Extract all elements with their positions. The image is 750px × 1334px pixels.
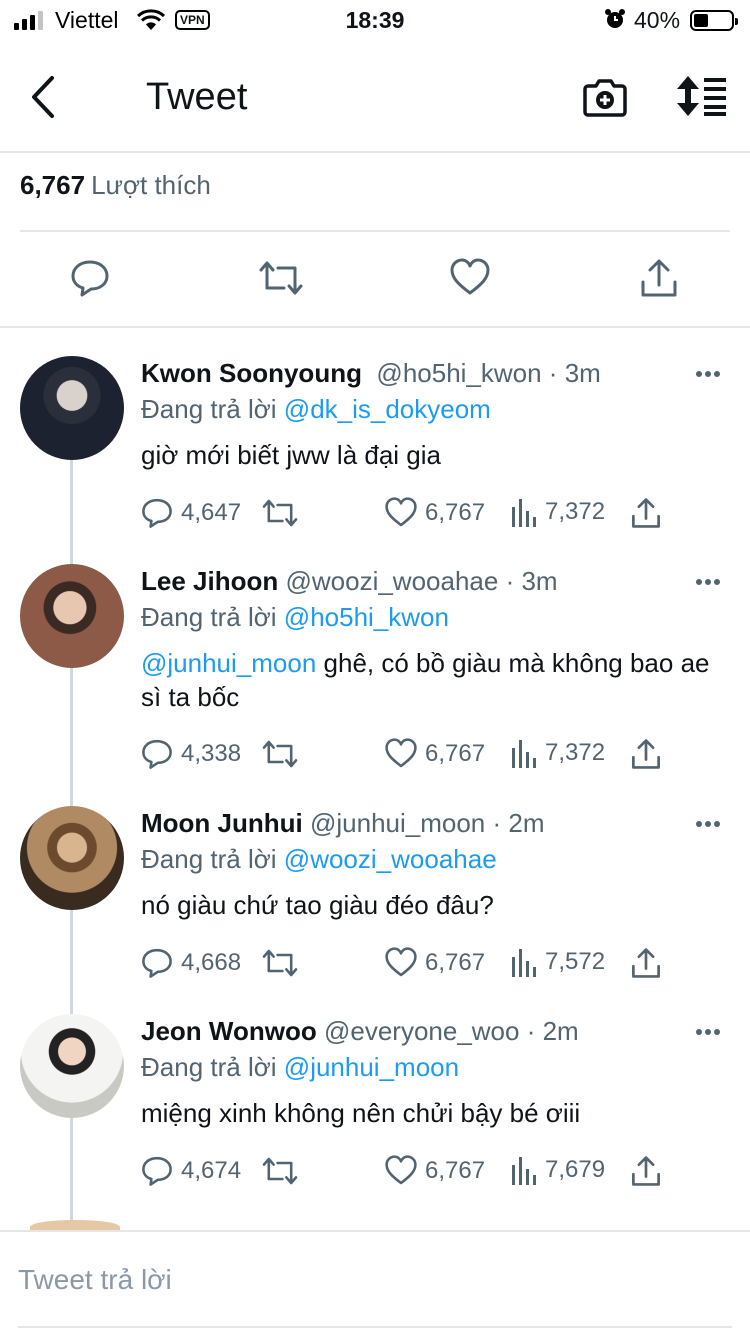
tweet-body: nó giàu chứ tao giàu đéo đâu? (141, 890, 494, 920)
reply-icon[interactable] (70, 258, 110, 298)
like-count: 6,767 (425, 740, 486, 767)
replying-label: Đang trả lời (141, 602, 277, 632)
likes-count: 6,767 (20, 170, 86, 200)
replying-label: Đang trả lời (141, 394, 277, 424)
status-bar: Viettel VPN 18:39 40% (0, 0, 750, 40)
reply-icon[interactable] (141, 947, 173, 979)
share-icon[interactable] (631, 738, 661, 770)
replying-to-link[interactable]: @woozi_wooahae (284, 844, 497, 874)
view-count: 7,572 (545, 948, 606, 975)
more-options-icon[interactable] (695, 578, 721, 586)
tweet-body: giờ mới biết jww là đại gia (141, 440, 441, 470)
retweet-icon[interactable] (261, 738, 299, 770)
reply-composer[interactable]: Tweet trả lời (0, 1230, 750, 1334)
replying-label: Đang trả lời (141, 1052, 277, 1082)
display-name[interactable]: Lee Jihoon (141, 566, 278, 596)
page-title: Tweet (146, 76, 248, 118)
divider (0, 326, 750, 328)
reply-input-placeholder[interactable]: Tweet trả lời (18, 1264, 172, 1296)
views-chart-icon[interactable] (511, 947, 537, 977)
tweet-text: @junhui_moon ghê, có bồ giàu mà không ba… (141, 646, 721, 714)
tweet-body: miệng xinh không nên chửi bậy bé ơiii (141, 1098, 581, 1128)
reply-stats: 4,647 6,767 7,372 (141, 497, 741, 533)
reply-count: 4,674 (181, 1157, 242, 1184)
more-options-icon[interactable] (695, 370, 721, 378)
alarm-icon (605, 9, 625, 28)
handle-time: @everyone_woo · 2m (323, 1016, 579, 1046)
reply-stats: 4,674 6,767 7,679 (141, 1155, 741, 1191)
reply-count: 4,668 (181, 949, 242, 976)
avatar[interactable] (20, 564, 124, 668)
share-icon[interactable] (631, 947, 661, 979)
more-options-icon[interactable] (695, 1028, 721, 1036)
sort-icon[interactable] (676, 76, 728, 116)
tweet-text: giờ mới biết jww là đại gia (141, 438, 721, 472)
battery-percent: 40% (634, 7, 681, 33)
retweet-icon[interactable] (261, 947, 299, 979)
like-count: 6,767 (425, 1157, 486, 1184)
share-icon[interactable] (631, 1155, 661, 1187)
battery-icon (690, 10, 738, 31)
retweet-icon[interactable] (258, 258, 304, 298)
replying-to-link[interactable]: @ho5hi_kwon (284, 602, 449, 632)
likes-summary[interactable]: 6,767 Lượt thích (20, 170, 211, 201)
nav-bar: Tweet (0, 40, 750, 153)
like-heart-icon[interactable] (385, 497, 417, 529)
reply-stats: 4,668 6,767 7,572 (141, 947, 741, 983)
camera-plus-icon[interactable] (583, 74, 627, 118)
view-count: 7,372 (545, 498, 606, 525)
tweet-action-bar (0, 232, 750, 327)
views-chart-icon[interactable] (511, 738, 537, 768)
display-name[interactable]: Moon Junhui (141, 808, 303, 838)
avatar[interactable] (20, 1014, 124, 1118)
handle-time: @ho5hi_kwon · 3m (376, 358, 601, 388)
retweet-icon[interactable] (261, 1155, 299, 1187)
display-name[interactable]: Kwon Soonyoung (141, 358, 362, 388)
display-name[interactable]: Jeon Wonwoo (141, 1016, 317, 1046)
likes-label: Lượt thích (91, 170, 211, 200)
more-options-icon[interactable] (695, 820, 721, 828)
tweet-text: miệng xinh không nên chửi bậy bé ơiii (141, 1096, 721, 1130)
text-mention[interactable]: @junhui_moon (141, 648, 316, 678)
view-count: 7,679 (545, 1156, 606, 1183)
share-icon[interactable] (631, 497, 661, 529)
share-icon[interactable] (640, 258, 678, 298)
like-count: 6,767 (425, 499, 486, 526)
back-arrow-icon[interactable] (26, 74, 60, 120)
handle-time: @woozi_wooahae · 3m (285, 566, 558, 596)
reply-count: 4,338 (181, 740, 242, 767)
reply-count: 4,647 (181, 499, 242, 526)
avatar[interactable] (20, 806, 124, 910)
divider (18, 1326, 732, 1328)
avatar[interactable] (20, 356, 124, 460)
reply-icon[interactable] (141, 1155, 173, 1187)
like-heart-icon[interactable] (385, 947, 417, 979)
like-heart-icon[interactable] (385, 1155, 417, 1187)
replying-label: Đang trả lời (141, 844, 277, 874)
like-heart-icon[interactable] (385, 738, 417, 770)
views-chart-icon[interactable] (511, 1155, 537, 1185)
reply-icon[interactable] (141, 738, 173, 770)
replying-to-link[interactable]: @dk_is_dokyeom (284, 394, 491, 424)
reply-icon[interactable] (141, 497, 173, 529)
replying-to-link[interactable]: @junhui_moon (284, 1052, 459, 1082)
tweet-text: nó giàu chứ tao giàu đéo đâu? (141, 888, 721, 922)
like-count: 6,767 (425, 949, 486, 976)
handle-time: @junhui_moon · 2m (309, 808, 545, 838)
like-heart-icon[interactable] (450, 258, 490, 298)
retweet-icon[interactable] (261, 497, 299, 529)
reply-stats: 4,338 6,767 7,372 (141, 738, 741, 774)
view-count: 7,372 (545, 739, 606, 766)
views-chart-icon[interactable] (511, 497, 537, 527)
